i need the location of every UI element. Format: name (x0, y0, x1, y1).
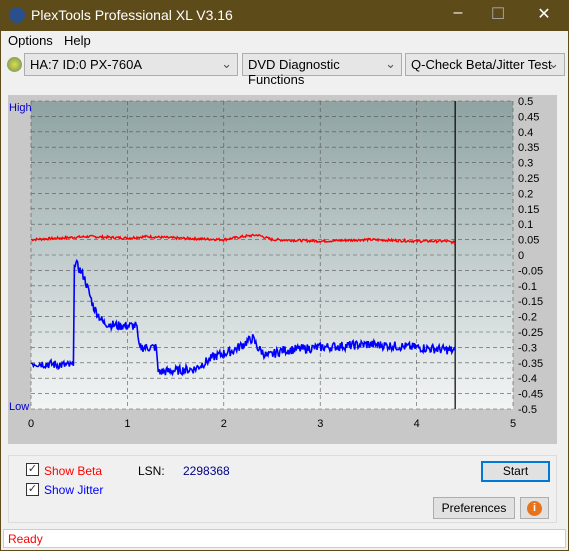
y-tick-label: 0.2 (518, 188, 533, 200)
y-tick-label: -0.15 (518, 296, 543, 308)
app-logo (9, 7, 25, 23)
window-title: PlexTools Professional XL V3.16 (31, 7, 233, 23)
beta-jitter-chart: 0.5 0.45 0.4 0.35 0.3 0.25 0.2 0.15 0.1 0.05 0 -0.0… (9, 96, 543, 430)
show-jitter-label[interactable]: Show Jitter (44, 483, 103, 497)
chevron-down-icon: ⌄ (221, 56, 232, 71)
x-tick-label: 1 (124, 418, 130, 430)
chevron-down-icon: ⌄ (385, 56, 396, 71)
maximize-button[interactable]: ☐ (478, 4, 518, 26)
y-tick-label: 0.5 (518, 96, 533, 108)
y-tick-label: -0.5 (518, 404, 537, 416)
x-tick-label: 4 (414, 418, 420, 430)
lsn-label: LSN: (138, 464, 165, 478)
title-bar: PlexTools Professional XL V3.16 – ☐ ✕ (0, 0, 569, 31)
minimize-button[interactable]: – (438, 4, 478, 26)
show-beta-checkbox[interactable]: ✓ (26, 463, 39, 476)
start-button[interactable]: Start (481, 461, 550, 482)
chart-panel: 0.5 0.45 0.4 0.35 0.3 0.25 0.2 0.15 0.1 0.05 0 -0.0… (8, 95, 557, 444)
y-tick-label: -0.2 (518, 312, 537, 324)
preferences-button[interactable]: Preferences (433, 497, 515, 519)
y-tick-label: 0.45 (518, 111, 539, 123)
menu-options[interactable]: Options (8, 33, 53, 48)
y-tick-label: 0.15 (518, 204, 539, 216)
y-tick-label: 0 (518, 250, 524, 262)
y-tick-label: -0.4 (518, 373, 537, 385)
x-tick-label: 5 (510, 418, 516, 430)
drive-select[interactable]: HA:7 ID:0 PX-760A ⌄ (24, 53, 238, 76)
y-tick-label: -0.05 (518, 265, 543, 277)
y-tick-label: 0.1 (518, 219, 533, 231)
show-jitter-checkbox[interactable]: ✓ (26, 483, 39, 496)
info-button[interactable]: i (520, 497, 549, 519)
function-select[interactable]: DVD Diagnostic Functions ⌄ (242, 53, 402, 87)
status-bar: Ready (3, 529, 566, 548)
y-tick-label: -0.45 (518, 389, 543, 401)
show-beta-label[interactable]: Show Beta (44, 464, 102, 478)
x-tick-label: 3 (317, 418, 323, 430)
y-tick-label: 0.35 (518, 142, 539, 154)
high-label: High (9, 102, 32, 114)
y-tick-label: -0.35 (518, 358, 543, 370)
y-tick-label: 0.4 (518, 127, 533, 139)
x-tick-label: 2 (221, 418, 227, 430)
menu-help[interactable]: Help (64, 33, 91, 48)
x-tick-label: 0 (28, 418, 34, 430)
lsn-value: 2298368 (183, 464, 230, 478)
test-value: Q-Check Beta/Jitter Test (411, 57, 552, 72)
drive-icon (7, 57, 22, 72)
y-tick-label: -0.25 (518, 327, 543, 339)
close-button[interactable]: ✕ (524, 4, 564, 26)
y-tick-label: 0.05 (518, 235, 539, 247)
info-icon: i (527, 501, 542, 516)
drive-value: HA:7 ID:0 PX-760A (30, 57, 142, 72)
y-tick-label: 0.3 (518, 158, 533, 170)
y-tick-label: 0.25 (518, 173, 539, 185)
test-select[interactable]: Q-Check Beta/Jitter Test ⌄ (405, 53, 565, 76)
low-label: Low (9, 401, 29, 413)
chevron-down-icon: ⌄ (548, 56, 559, 71)
y-tick-label: -0.1 (518, 281, 537, 293)
y-tick-label: -0.3 (518, 342, 537, 354)
